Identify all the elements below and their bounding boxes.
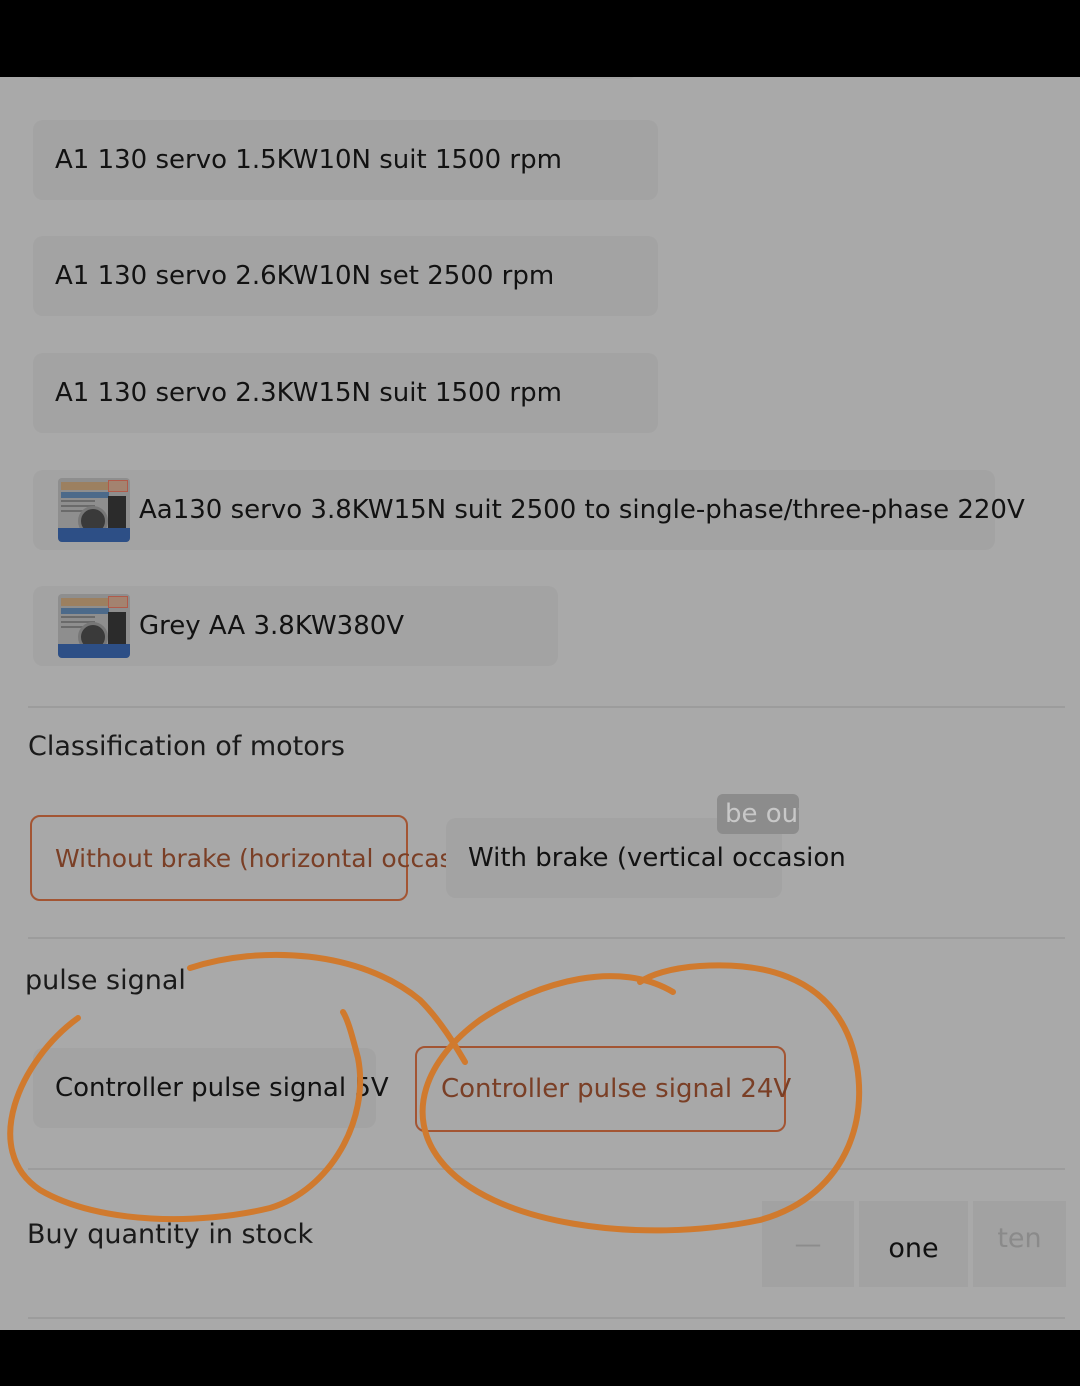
motor-classification-label: Classification of motors bbox=[28, 731, 345, 762]
option-label: Without brake (horizontal occasion bbox=[55, 843, 491, 873]
variant-label: A1 130 servo 2.3KW15N suit 1500 rpm bbox=[55, 378, 562, 408]
quantity-value: one bbox=[888, 1232, 939, 1264]
variant-thumbnail-image bbox=[58, 594, 130, 658]
without-brake-option[interactable]: Without brake (horizontal occasion bbox=[30, 815, 491, 901]
variant-option-4[interactable]: Aa130 servo 3.8KW15N suit 2500 to single… bbox=[33, 470, 1025, 550]
section-divider bbox=[28, 1317, 1065, 1319]
pulse-5v-option[interactable]: Controller pulse signal 5V bbox=[33, 1048, 389, 1128]
section-divider bbox=[28, 1168, 1065, 1170]
quantity-label: Buy quantity in stock bbox=[27, 1219, 314, 1250]
option-label: Controller pulse signal 24V bbox=[441, 1074, 792, 1104]
variant-label: A1 130 servo 1.5KW10N suit 1500 rpm bbox=[55, 145, 562, 175]
variant-option-5[interactable]: Grey AA 3.8KW380V bbox=[33, 586, 558, 666]
bottom-navigation-area bbox=[0, 1330, 1080, 1386]
sku-selection-panel: A1 130 servo 1.5KW10N suit 1500 rpm A1 1… bbox=[0, 77, 1080, 1330]
variant-thumbnail-image bbox=[58, 478, 130, 542]
minus-icon: — bbox=[794, 1228, 822, 1260]
previous-option-edge bbox=[33, 77, 638, 79]
section-divider bbox=[28, 937, 1065, 939]
tooltip-badge: be out bbox=[717, 794, 799, 834]
quantity-input[interactable]: one bbox=[859, 1201, 968, 1287]
top-status-area bbox=[0, 0, 1080, 77]
pulse-signal-label: pulse signal bbox=[25, 965, 186, 996]
variant-option-1[interactable]: A1 130 servo 1.5KW10N suit 1500 rpm bbox=[33, 120, 658, 200]
variant-option-2[interactable]: A1 130 servo 2.6KW10N set 2500 rpm bbox=[33, 236, 658, 316]
pulse-24v-option[interactable]: Controller pulse signal 24V bbox=[415, 1046, 791, 1132]
option-label: Controller pulse signal 5V bbox=[55, 1073, 389, 1103]
increment-button[interactable]: ten bbox=[973, 1201, 1066, 1287]
option-label: With brake (vertical occasion bbox=[468, 843, 846, 873]
increment-label: ten bbox=[997, 1223, 1042, 1254]
variant-label: Aa130 servo 3.8KW15N suit 2500 to single… bbox=[139, 495, 1025, 525]
quantity-stepper: — one ten bbox=[762, 1201, 1066, 1287]
section-divider bbox=[28, 706, 1065, 708]
decrement-button[interactable]: — bbox=[762, 1201, 854, 1287]
variant-option-3[interactable]: A1 130 servo 2.3KW15N suit 1500 rpm bbox=[33, 353, 658, 433]
variant-label: A1 130 servo 2.6KW10N set 2500 rpm bbox=[55, 261, 555, 291]
variant-label: Grey AA 3.8KW380V bbox=[139, 611, 405, 641]
